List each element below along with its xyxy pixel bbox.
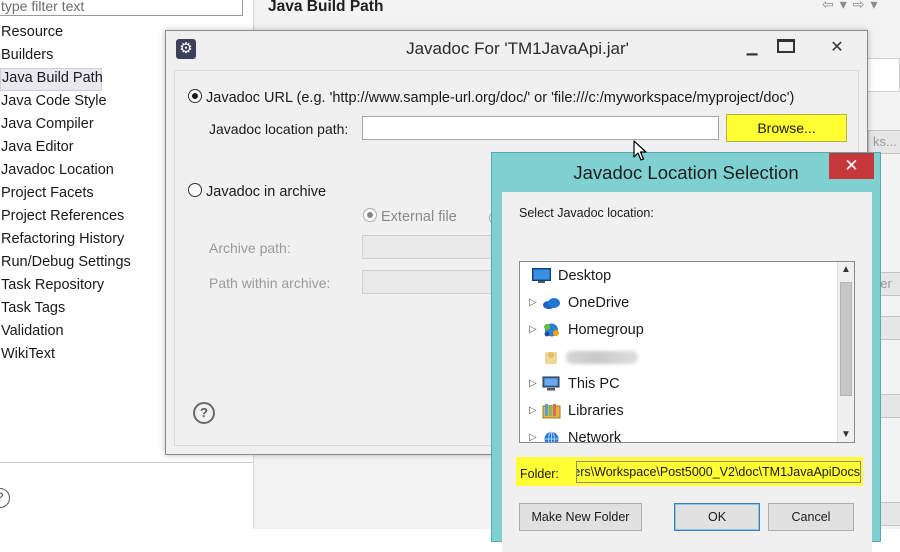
javadoc-url-label: Javadoc URL (e.g. 'http://www.sample-url…: [206, 90, 795, 106]
tree-item-label: Desktop: [558, 268, 612, 284]
tree-item-label: This PC: [568, 376, 620, 392]
scrollbar-thumb[interactable]: [840, 282, 852, 396]
homegroup-icon: [544, 323, 559, 337]
nav-item-java-compiler[interactable]: Java Compiler: [0, 114, 132, 137]
tree-item-label: Libraries: [568, 403, 624, 419]
cancel-button[interactable]: Cancel: [768, 503, 854, 531]
expand-arrow-icon[interactable]: ▷: [529, 371, 537, 397]
nav-item-java-code-style[interactable]: Java Code Style: [0, 91, 132, 114]
maximize-icon[interactable]: [777, 39, 795, 53]
javadoc-dialog-titlebar[interactable]: ⚙ Javadoc For 'TM1JavaApi.jar' ▁ ✕: [166, 31, 867, 67]
tree-item-label: OneDrive: [568, 295, 630, 311]
external-file-label: External file: [381, 209, 457, 225]
tree-item-label: Network: [568, 430, 622, 443]
external-file-option[interactable]: External file: [363, 208, 457, 225]
expand-arrow-icon[interactable]: ▷: [529, 290, 537, 316]
nav-item-wikitext[interactable]: WikiText: [0, 344, 132, 367]
expand-arrow-icon[interactable]: ▷: [529, 398, 537, 424]
filter-input[interactable]: type filter text: [0, 0, 243, 16]
user-folder-icon: [545, 352, 557, 364]
archive-path-label: Archive path:: [209, 240, 291, 256]
history-nav-arrows-icon[interactable]: ⇦▾⇨▾: [822, 0, 884, 13]
nav-item-java-editor[interactable]: Java Editor: [0, 137, 132, 160]
make-new-folder-button[interactable]: Make New Folder: [519, 503, 642, 531]
blurred-username: [566, 351, 638, 364]
path-within-archive-label: Path within archive:: [209, 275, 331, 291]
mouse-cursor-icon: [633, 140, 647, 161]
tree-scrollbar[interactable]: ▲ ▼: [837, 262, 854, 442]
page-title: Java Build Path: [268, 0, 384, 15]
nav-item-project-references[interactable]: Project References: [0, 206, 132, 229]
tree-item-libraries[interactable]: ▷ Libraries: [520, 398, 836, 424]
tree-item-onedrive[interactable]: ▷ OneDrive: [520, 290, 836, 316]
close-icon[interactable]: ✕: [812, 34, 862, 62]
location-selection-dialog: Javadoc Location Selection ✕ Select Java…: [491, 152, 881, 552]
scroll-up-icon[interactable]: ▲: [841, 264, 851, 275]
network-icon: [544, 431, 559, 442]
select-location-prompt: Select Javadoc location:: [519, 206, 654, 220]
tree-item-this-pc[interactable]: ▷ This PC: [520, 371, 836, 397]
scroll-down-icon[interactable]: ▼: [841, 429, 851, 440]
nav-bottom-divider: [0, 462, 254, 463]
path-within-archive-input[interactable]: [362, 270, 502, 294]
onedrive-icon: [543, 298, 560, 309]
nav-item-task-tags[interactable]: Task Tags: [0, 298, 132, 321]
minimize-icon[interactable]: ▁: [740, 39, 764, 56]
folder-input-value: C:\Users\Workspace\Post5000_V2\doc\TM1Ja…: [577, 465, 860, 479]
expand-arrow-icon[interactable]: ▷: [529, 425, 537, 442]
location-path-input[interactable]: [362, 116, 719, 140]
javadoc-archive-label: Javadoc in archive: [206, 184, 327, 200]
nav-item-refactoring-history[interactable]: Refactoring History: [0, 229, 132, 252]
help-icon[interactable]: ?: [193, 402, 215, 424]
this-pc-icon: [542, 376, 560, 391]
folder-label: Folder:: [520, 467, 559, 481]
libraries-icon: [542, 404, 561, 419]
nav-item-resource[interactable]: Resource: [0, 22, 132, 45]
folder-row: Folder: C:\Users\Workspace\Post5000_V2\d…: [516, 457, 863, 486]
ok-button[interactable]: OK: [674, 503, 760, 531]
folder-tree[interactable]: Desktop ▷ OneDrive ▷ Homegroup ▷ This PC…: [519, 261, 855, 443]
nav-item-project-facets[interactable]: Project Facets: [0, 183, 132, 206]
desktop-icon: [532, 268, 551, 283]
nav-item-javadoc-location[interactable]: Javadoc Location: [0, 160, 132, 183]
tree-item-network[interactable]: ▷ Network: [520, 425, 836, 443]
properties-help-icon[interactable]: ?: [0, 488, 10, 508]
folder-input[interactable]: C:\Users\Workspace\Post5000_V2\doc\TM1Ja…: [576, 461, 861, 483]
tree-item-homegroup[interactable]: ▷ Homegroup: [520, 317, 836, 343]
properties-nav-list: Resource Builders Java Build Path Java C…: [0, 22, 132, 367]
expand-arrow-icon[interactable]: ▷: [529, 317, 537, 343]
javadoc-url-radio[interactable]: [188, 89, 202, 104]
properties-side-button-1[interactable]: ks...: [868, 130, 900, 154]
javadoc-archive-radio[interactable]: [188, 183, 202, 198]
location-selection-title: Javadoc Location Selection: [573, 162, 799, 183]
tree-item-desktop[interactable]: Desktop: [520, 263, 836, 289]
javadoc-archive-option[interactable]: Javadoc in archive: [188, 183, 327, 200]
location-path-label: Javadoc location path:: [209, 121, 349, 137]
nav-item-java-build-path[interactable]: Java Build Path: [0, 68, 103, 91]
nav-item-validation[interactable]: Validation: [0, 321, 132, 344]
tree-item-label: Homegroup: [568, 322, 644, 338]
javadoc-url-option[interactable]: Javadoc URL (e.g. 'http://www.sample-url…: [188, 89, 795, 106]
location-selection-body: Select Javadoc location: Desktop ▷ OneDr…: [502, 192, 872, 552]
tree-item-user-folder[interactable]: [520, 344, 836, 370]
nav-item-run-debug-settings[interactable]: Run/Debug Settings: [0, 252, 132, 275]
archive-path-input[interactable]: [362, 235, 502, 259]
nav-item-task-repository[interactable]: Task Repository: [0, 275, 132, 298]
close-icon[interactable]: ✕: [829, 153, 874, 179]
browse-button[interactable]: Browse...: [726, 114, 847, 142]
external-file-radio[interactable]: [363, 208, 377, 223]
nav-item-builders[interactable]: Builders: [0, 45, 132, 68]
